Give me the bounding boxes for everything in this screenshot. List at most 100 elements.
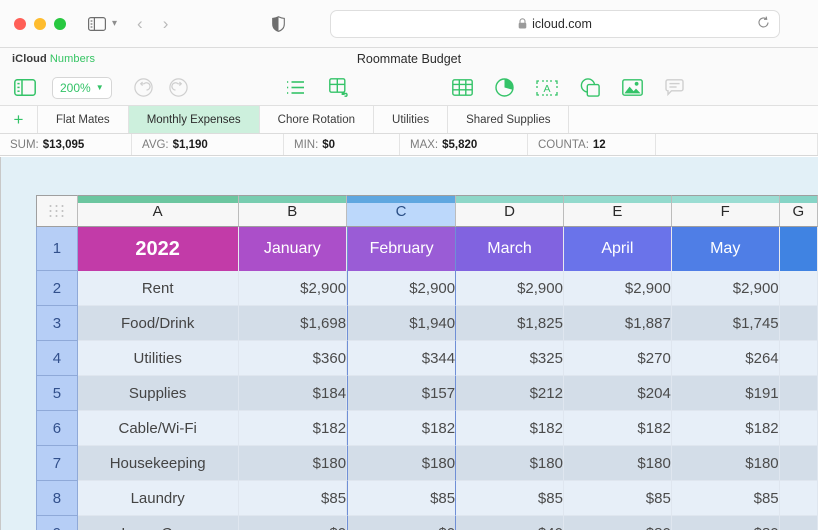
- header-cell[interactable]: January: [239, 227, 348, 271]
- privacy-shield-icon[interactable]: [272, 16, 285, 32]
- cell-value[interactable]: $325: [456, 341, 564, 376]
- cell-value[interactable]: $212: [456, 376, 564, 411]
- reload-icon[interactable]: [757, 16, 770, 32]
- cell-value[interactable]: $182: [564, 411, 672, 446]
- cell-value[interactable]: $344: [347, 341, 456, 376]
- cell-category[interactable]: Lawn Care: [78, 516, 239, 530]
- insert-chart-icon[interactable]: [495, 78, 514, 97]
- spreadsheet-table[interactable]: ABCDEFG 12022JanuaryFebruaryMarchAprilMay…: [36, 195, 818, 530]
- close-window-button[interactable]: [14, 18, 26, 30]
- cell-value[interactable]: $1,745: [672, 306, 780, 341]
- cell-value[interactable]: $191: [672, 376, 780, 411]
- stat-min[interactable]: MIN: $0: [284, 134, 400, 155]
- cell-value[interactable]: $85: [347, 481, 456, 516]
- cell-value[interactable]: $2,900: [456, 271, 564, 306]
- sheet-tab-flat-mates[interactable]: Flat Mates: [38, 106, 129, 133]
- header-cell[interactable]: April: [564, 227, 672, 271]
- cell-value[interactable]: $85: [564, 481, 672, 516]
- cell-value[interactable]: $1,887: [564, 306, 672, 341]
- add-sheet-button[interactable]: +: [0, 106, 38, 133]
- column-header-b[interactable]: B: [239, 195, 348, 227]
- column-header-f[interactable]: F: [672, 195, 780, 227]
- cell-value[interactable]: $182: [347, 411, 456, 446]
- row-header-5[interactable]: 5: [36, 376, 78, 411]
- header-cell[interactable]: [780, 227, 818, 271]
- back-chevron-icon[interactable]: ‹: [137, 14, 143, 34]
- cell-value[interactable]: $180: [564, 446, 672, 481]
- sidebar-toggle-icon[interactable]: [88, 17, 106, 31]
- cell-value[interactable]: $2,900: [347, 271, 456, 306]
- header-cell[interactable]: February: [347, 227, 456, 271]
- cell-value[interactable]: $184: [239, 376, 348, 411]
- minimize-window-button[interactable]: [34, 18, 46, 30]
- cell-value[interactable]: [780, 341, 818, 376]
- cell-value[interactable]: $40: [456, 516, 564, 530]
- cell-value[interactable]: [780, 376, 818, 411]
- cell-value[interactable]: $1,825: [456, 306, 564, 341]
- column-header-e[interactable]: E: [564, 195, 672, 227]
- cell-value[interactable]: $264: [672, 341, 780, 376]
- stat-counta[interactable]: COUNTA: 12: [528, 134, 656, 155]
- cell-value[interactable]: $1,940: [347, 306, 456, 341]
- column-header-c[interactable]: C: [347, 195, 456, 227]
- cell-value[interactable]: $1,698: [239, 306, 348, 341]
- cell-category[interactable]: Cable/Wi-Fi: [78, 411, 239, 446]
- cell-value[interactable]: $180: [239, 446, 348, 481]
- maximize-window-button[interactable]: [54, 18, 66, 30]
- sheet-tab-chore-rotation[interactable]: Chore Rotation: [260, 106, 374, 133]
- header-cell[interactable]: 2022: [78, 227, 239, 271]
- insert-media-icon[interactable]: [622, 78, 643, 97]
- redo-icon[interactable]: [169, 78, 188, 97]
- cell-value[interactable]: $180: [672, 446, 780, 481]
- cell-value[interactable]: [780, 446, 818, 481]
- insert-comment-icon[interactable]: [665, 78, 684, 97]
- cell-value[interactable]: [780, 516, 818, 530]
- column-header-d[interactable]: D: [456, 195, 564, 227]
- cell-category[interactable]: Housekeeping: [78, 446, 239, 481]
- cell-value[interactable]: $85: [456, 481, 564, 516]
- cell-category[interactable]: Utilities: [78, 341, 239, 376]
- column-header-a[interactable]: A: [78, 195, 239, 227]
- chevron-down-icon[interactable]: ▾: [112, 18, 117, 29]
- row-header-4[interactable]: 4: [36, 341, 78, 376]
- stat-avg[interactable]: AVG: $1,190: [132, 134, 284, 155]
- header-cell[interactable]: March: [456, 227, 564, 271]
- address-bar[interactable]: icloud.com: [330, 10, 780, 38]
- undo-icon[interactable]: [134, 78, 153, 97]
- cell-value[interactable]: $182: [456, 411, 564, 446]
- cell-value[interactable]: $157: [347, 376, 456, 411]
- cell-value[interactable]: $80: [564, 516, 672, 530]
- column-header-g[interactable]: G: [780, 195, 818, 227]
- cell-value[interactable]: [780, 306, 818, 341]
- insert-shape-icon[interactable]: [580, 78, 600, 97]
- cell-value[interactable]: $85: [672, 481, 780, 516]
- zoom-level-select[interactable]: 200% ▼: [52, 77, 112, 99]
- select-all-handle[interactable]: [36, 195, 78, 227]
- cell-value[interactable]: [780, 271, 818, 306]
- row-header-6[interactable]: 6: [36, 411, 78, 446]
- cell-category[interactable]: Food/Drink: [78, 306, 239, 341]
- row-header-7[interactable]: 7: [36, 446, 78, 481]
- cell-value[interactable]: $0: [347, 516, 456, 530]
- row-header-8[interactable]: 8: [36, 481, 78, 516]
- row-header-1[interactable]: 1: [36, 227, 78, 271]
- header-cell[interactable]: May: [672, 227, 780, 271]
- cell-value[interactable]: [780, 411, 818, 446]
- cell-value[interactable]: [780, 481, 818, 516]
- sidebar-panel-icon[interactable]: [14, 79, 36, 96]
- format-list-icon[interactable]: [286, 78, 305, 97]
- cell-category[interactable]: Laundry: [78, 481, 239, 516]
- cell-value[interactable]: $182: [672, 411, 780, 446]
- cell-value[interactable]: $85: [239, 481, 348, 516]
- cell-value[interactable]: $270: [564, 341, 672, 376]
- cell-value[interactable]: $2,900: [564, 271, 672, 306]
- cell-value[interactable]: $80: [672, 516, 780, 530]
- cell-value[interactable]: $204: [564, 376, 672, 411]
- stat-max[interactable]: MAX: $5,820: [400, 134, 528, 155]
- cell-value[interactable]: $180: [456, 446, 564, 481]
- insert-table-icon[interactable]: [452, 78, 473, 97]
- row-header-3[interactable]: 3: [36, 306, 78, 341]
- forward-chevron-icon[interactable]: ›: [163, 14, 169, 34]
- cell-value[interactable]: $182: [239, 411, 348, 446]
- cell-category[interactable]: Supplies: [78, 376, 239, 411]
